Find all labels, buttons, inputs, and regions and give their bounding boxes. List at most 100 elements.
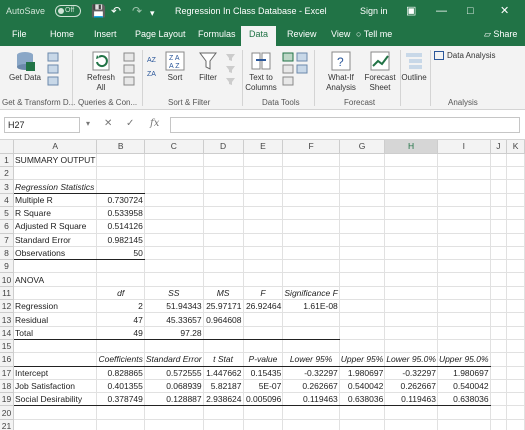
cell-a1[interactable]: SUMMARY OUTPUT: [13, 153, 98, 168]
cell-f9[interactable]: [282, 259, 340, 274]
cell-a6[interactable]: Adjusted R Square: [13, 219, 98, 234]
cell-c18[interactable]: 0.068939: [144, 379, 204, 394]
row-header[interactable]: 10: [0, 272, 14, 287]
cell-b18[interactable]: 0.401355: [96, 379, 145, 394]
cell-c14[interactable]: 97.28: [144, 326, 204, 340]
cell-j17[interactable]: [490, 366, 508, 380]
cell-d17[interactable]: 1.447662: [203, 366, 244, 380]
cell-g10[interactable]: [339, 272, 386, 287]
tab-file[interactable]: File: [12, 29, 27, 39]
cell-d15[interactable]: [203, 339, 244, 354]
cell-h9[interactable]: [384, 259, 438, 274]
cell-i18[interactable]: 0.540042: [437, 379, 491, 394]
row-header[interactable]: 7: [0, 233, 14, 247]
cell-c20[interactable]: [144, 405, 204, 420]
cell-b11[interactable]: df: [96, 285, 145, 301]
cell-h17[interactable]: -0.32297: [384, 366, 438, 380]
cell-g3[interactable]: [339, 179, 386, 194]
cell-f16[interactable]: Lower 95%: [282, 352, 340, 367]
cell-d11[interactable]: MS: [203, 285, 244, 301]
column-header-a[interactable]: A: [13, 140, 98, 154]
cell-j15[interactable]: [490, 339, 508, 354]
cell-c13[interactable]: 45.33657: [144, 312, 204, 327]
filter-button[interactable]: Filter: [196, 50, 220, 83]
cell-c7[interactable]: [144, 233, 204, 247]
cell-a13[interactable]: Residual: [13, 312, 98, 327]
cell-i1[interactable]: [437, 153, 491, 168]
cell-g4[interactable]: [339, 193, 386, 207]
cell-b17[interactable]: 0.828865: [96, 366, 145, 380]
cell-a18[interactable]: Job Satisfaction: [13, 379, 98, 394]
cell-j7[interactable]: [490, 233, 508, 247]
column-header-i[interactable]: I: [437, 140, 491, 154]
cell-d9[interactable]: [203, 259, 244, 274]
cell-k9[interactable]: [506, 259, 525, 274]
row-header[interactable]: 20: [0, 405, 14, 420]
cell-b6[interactable]: 0.514126: [96, 219, 145, 234]
cell-k3[interactable]: [506, 179, 525, 194]
cell-h21[interactable]: [384, 419, 438, 430]
cell-b21[interactable]: [96, 419, 145, 430]
cell-i11[interactable]: [437, 286, 491, 301]
cell-d19[interactable]: 2.938624: [203, 392, 244, 407]
cell-f3[interactable]: [282, 179, 340, 194]
cell-d7[interactable]: [203, 233, 244, 247]
cell-a17[interactable]: Intercept: [13, 366, 98, 380]
cell-f15[interactable]: [282, 339, 340, 354]
cell-f13[interactable]: [282, 312, 340, 327]
cell-i5[interactable]: [437, 206, 491, 221]
tell-me-search[interactable]: ○ Tell me: [356, 29, 392, 39]
cell-g21[interactable]: [339, 419, 386, 430]
cell-c21[interactable]: [144, 419, 204, 430]
cell-f21[interactable]: [282, 419, 340, 430]
cell-a9[interactable]: [13, 259, 98, 274]
cell-a7[interactable]: Standard Error: [13, 233, 98, 247]
cell-i14[interactable]: [437, 326, 491, 340]
cell-e8[interactable]: [243, 246, 284, 261]
cell-j1[interactable]: [490, 153, 508, 168]
cell-i19[interactable]: 0.638036: [437, 392, 491, 407]
cell-d18[interactable]: 5.82187: [203, 379, 244, 394]
close-icon[interactable]: ✕: [500, 4, 509, 18]
cell-b13[interactable]: 47: [96, 312, 145, 327]
row-header[interactable]: 4: [0, 193, 14, 207]
row-header[interactable]: 13: [0, 312, 14, 327]
cell-j3[interactable]: [490, 179, 508, 194]
cell-a5[interactable]: R Square: [13, 206, 98, 221]
name-box-dropdown-icon[interactable]: ▾: [86, 119, 90, 128]
cell-a16[interactable]: [13, 352, 98, 367]
cell-d13[interactable]: 0.964608: [203, 312, 244, 327]
cell-b3[interactable]: [96, 179, 145, 194]
cell-f5[interactable]: [282, 206, 340, 221]
cell-h19[interactable]: 0.119463: [384, 392, 438, 407]
cancel-icon[interactable]: ✕: [104, 118, 112, 129]
outline-button[interactable]: Outline: [401, 50, 427, 83]
cell-k20[interactable]: [506, 405, 525, 420]
name-box[interactable]: H27: [4, 117, 80, 133]
cell-e2[interactable]: [243, 166, 284, 181]
column-header-d[interactable]: D: [203, 140, 244, 154]
cell-h3[interactable]: [384, 179, 438, 194]
cell-c4[interactable]: [144, 193, 204, 207]
tab-formulas[interactable]: Formulas: [198, 29, 236, 39]
cell-h6[interactable]: [384, 219, 438, 234]
get-data-button[interactable]: Get Data: [8, 50, 42, 83]
cell-h18[interactable]: 0.262667: [384, 379, 438, 394]
cell-e7[interactable]: [243, 233, 284, 247]
row-header[interactable]: 14: [0, 326, 14, 340]
cell-j4[interactable]: [490, 193, 508, 207]
tab-insert[interactable]: Insert: [94, 29, 117, 39]
cell-j13[interactable]: [490, 312, 508, 327]
redo-icon[interactable]: ↷: [132, 4, 142, 18]
cell-e15[interactable]: [243, 339, 284, 354]
cell-k11[interactable]: [506, 286, 525, 301]
cell-b15[interactable]: [96, 339, 145, 354]
cell-j8[interactable]: [490, 246, 508, 261]
cell-j9[interactable]: [490, 259, 508, 274]
cell-g19[interactable]: 0.638036: [339, 392, 386, 407]
cell-e21[interactable]: [243, 419, 284, 430]
cell-e20[interactable]: [243, 405, 284, 420]
cell-k2[interactable]: [506, 166, 525, 181]
cell-h4[interactable]: [384, 193, 438, 207]
cell-a15[interactable]: [13, 339, 98, 354]
